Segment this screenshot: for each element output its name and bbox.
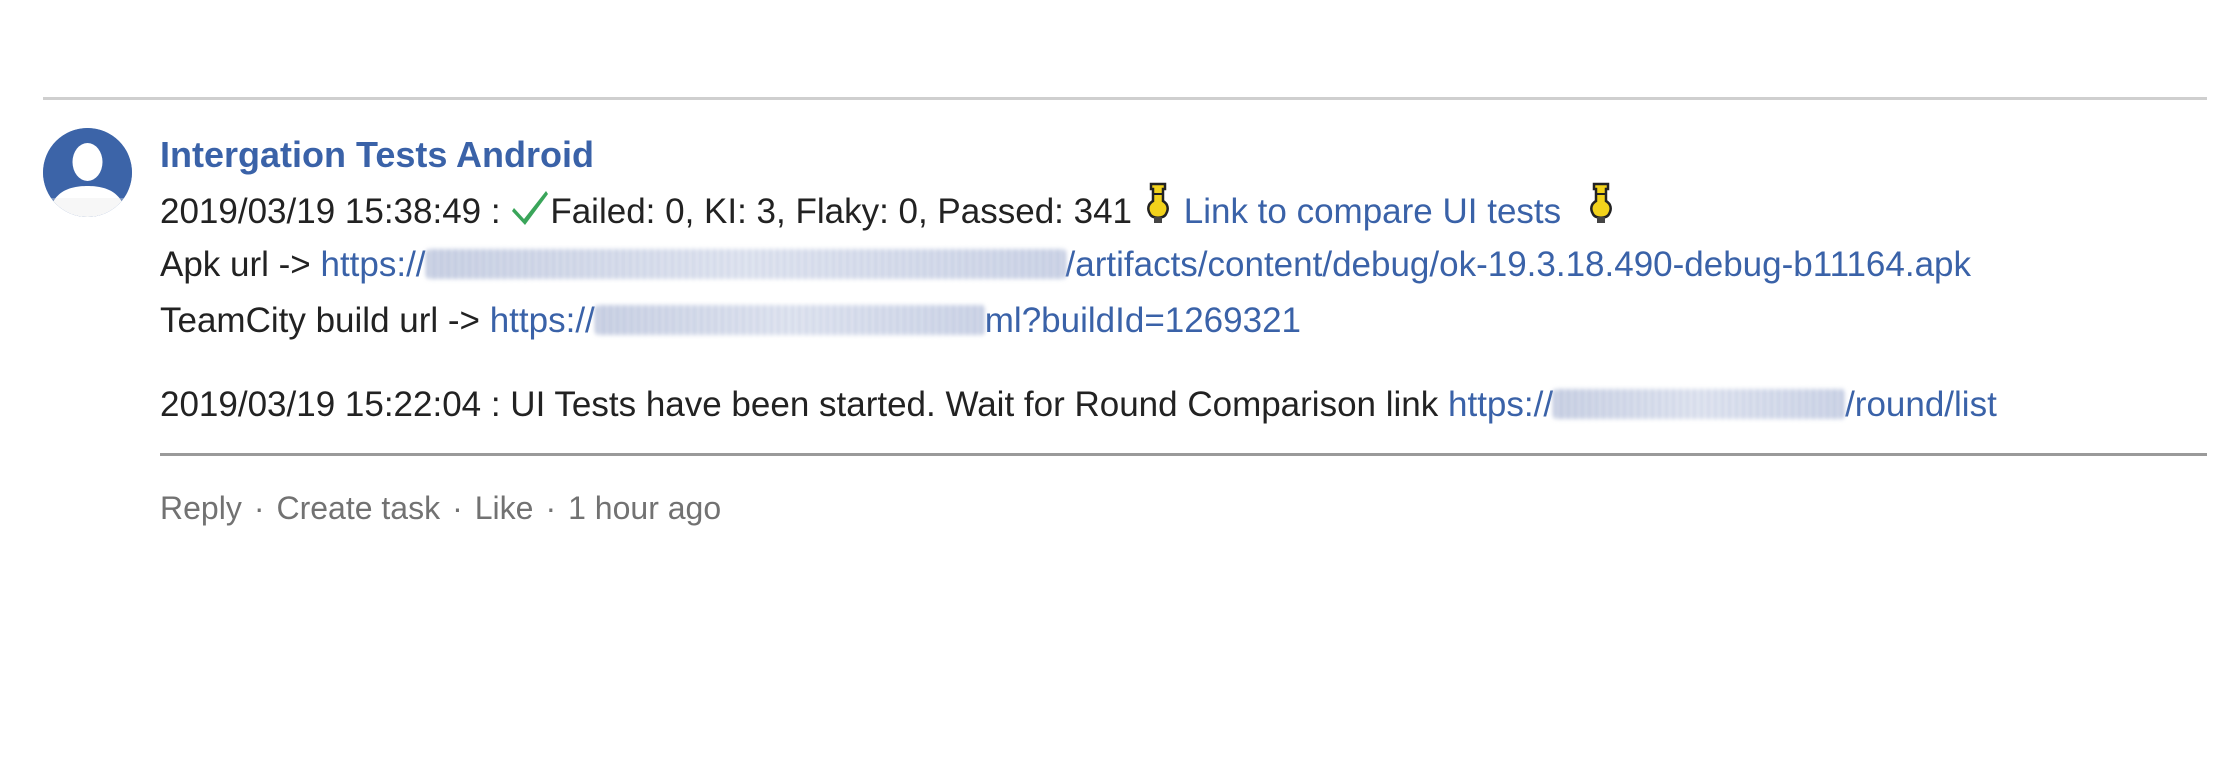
comment-actions: Reply · Create task · Like · 1 hour ago [160, 490, 2207, 527]
compare-ui-tests-link[interactable]: Link to compare UI tests [1184, 192, 1561, 231]
flask-icon [1589, 182, 1612, 223]
redacted-host [1553, 388, 1846, 419]
redacted-host [425, 248, 1066, 279]
comment-divider [160, 453, 2207, 456]
like-button[interactable]: Like [475, 490, 534, 526]
action-separator: · [253, 490, 265, 526]
action-separator: · [545, 490, 557, 526]
tests-started-text: 2019/03/19 15:22:04 : UI Tests have been… [160, 385, 1439, 424]
teamcity-url-link[interactable]: https:// ml?buildId=1269321 [490, 301, 1301, 340]
apk-url-link[interactable]: https:// /artifacts/content/debug/ok-19.3… [320, 245, 1971, 284]
comment-post: Intergation Tests Android 2019/03/19 15:… [160, 128, 2207, 527]
comment-body: 2019/03/19 15:38:49 : Failed: 0, KI: 3, … [160, 181, 2207, 349]
round-comparison-link[interactable]: https:// /round/list [1448, 385, 1997, 424]
flask-icon [1146, 182, 1169, 223]
apk-link-prefix: https:// [320, 245, 426, 284]
redacted-host [594, 304, 985, 335]
teamcity-url-line: TeamCity build url -> https:// ml?buildId… [160, 293, 2207, 349]
create-task-button[interactable]: Create task [276, 490, 440, 526]
action-separator: · [452, 490, 463, 526]
result-timestamp: 2019/03/19 15:38:49 : [160, 192, 501, 231]
apk-url-line: Apk url -> https:// /artifacts/content/de… [160, 237, 2207, 293]
round-link-suffix: /round/list [1845, 385, 1997, 424]
check-icon [512, 191, 549, 225]
round-link-prefix: https:// [1448, 385, 1554, 424]
teamcity-url-label: TeamCity build url -> [160, 301, 480, 340]
test-result-line: 2019/03/19 15:38:49 : Failed: 0, KI: 3, … [160, 181, 2207, 237]
timestamp-ago[interactable]: 1 hour ago [568, 490, 721, 526]
tests-started-line: 2019/03/19 15:22:04 : UI Tests have been… [160, 377, 2207, 433]
teamcity-link-suffix: ml?buildId=1269321 [984, 301, 1302, 340]
teamcity-link-prefix: https:// [489, 301, 595, 340]
apk-link-suffix: /artifacts/content/debug/ok-19.3.18.490-… [1065, 245, 1972, 284]
top-divider [43, 97, 2207, 100]
apk-url-label: Apk url -> [160, 245, 311, 284]
author-avatar[interactable] [43, 128, 132, 217]
reply-button[interactable]: Reply [160, 490, 242, 526]
user-silhouette-icon [43, 128, 132, 217]
author-name-link[interactable]: Intergation Tests Android [160, 133, 594, 177]
result-summary: Failed: 0, KI: 3, Flaky: 0, Passed: 341 [550, 192, 1133, 231]
